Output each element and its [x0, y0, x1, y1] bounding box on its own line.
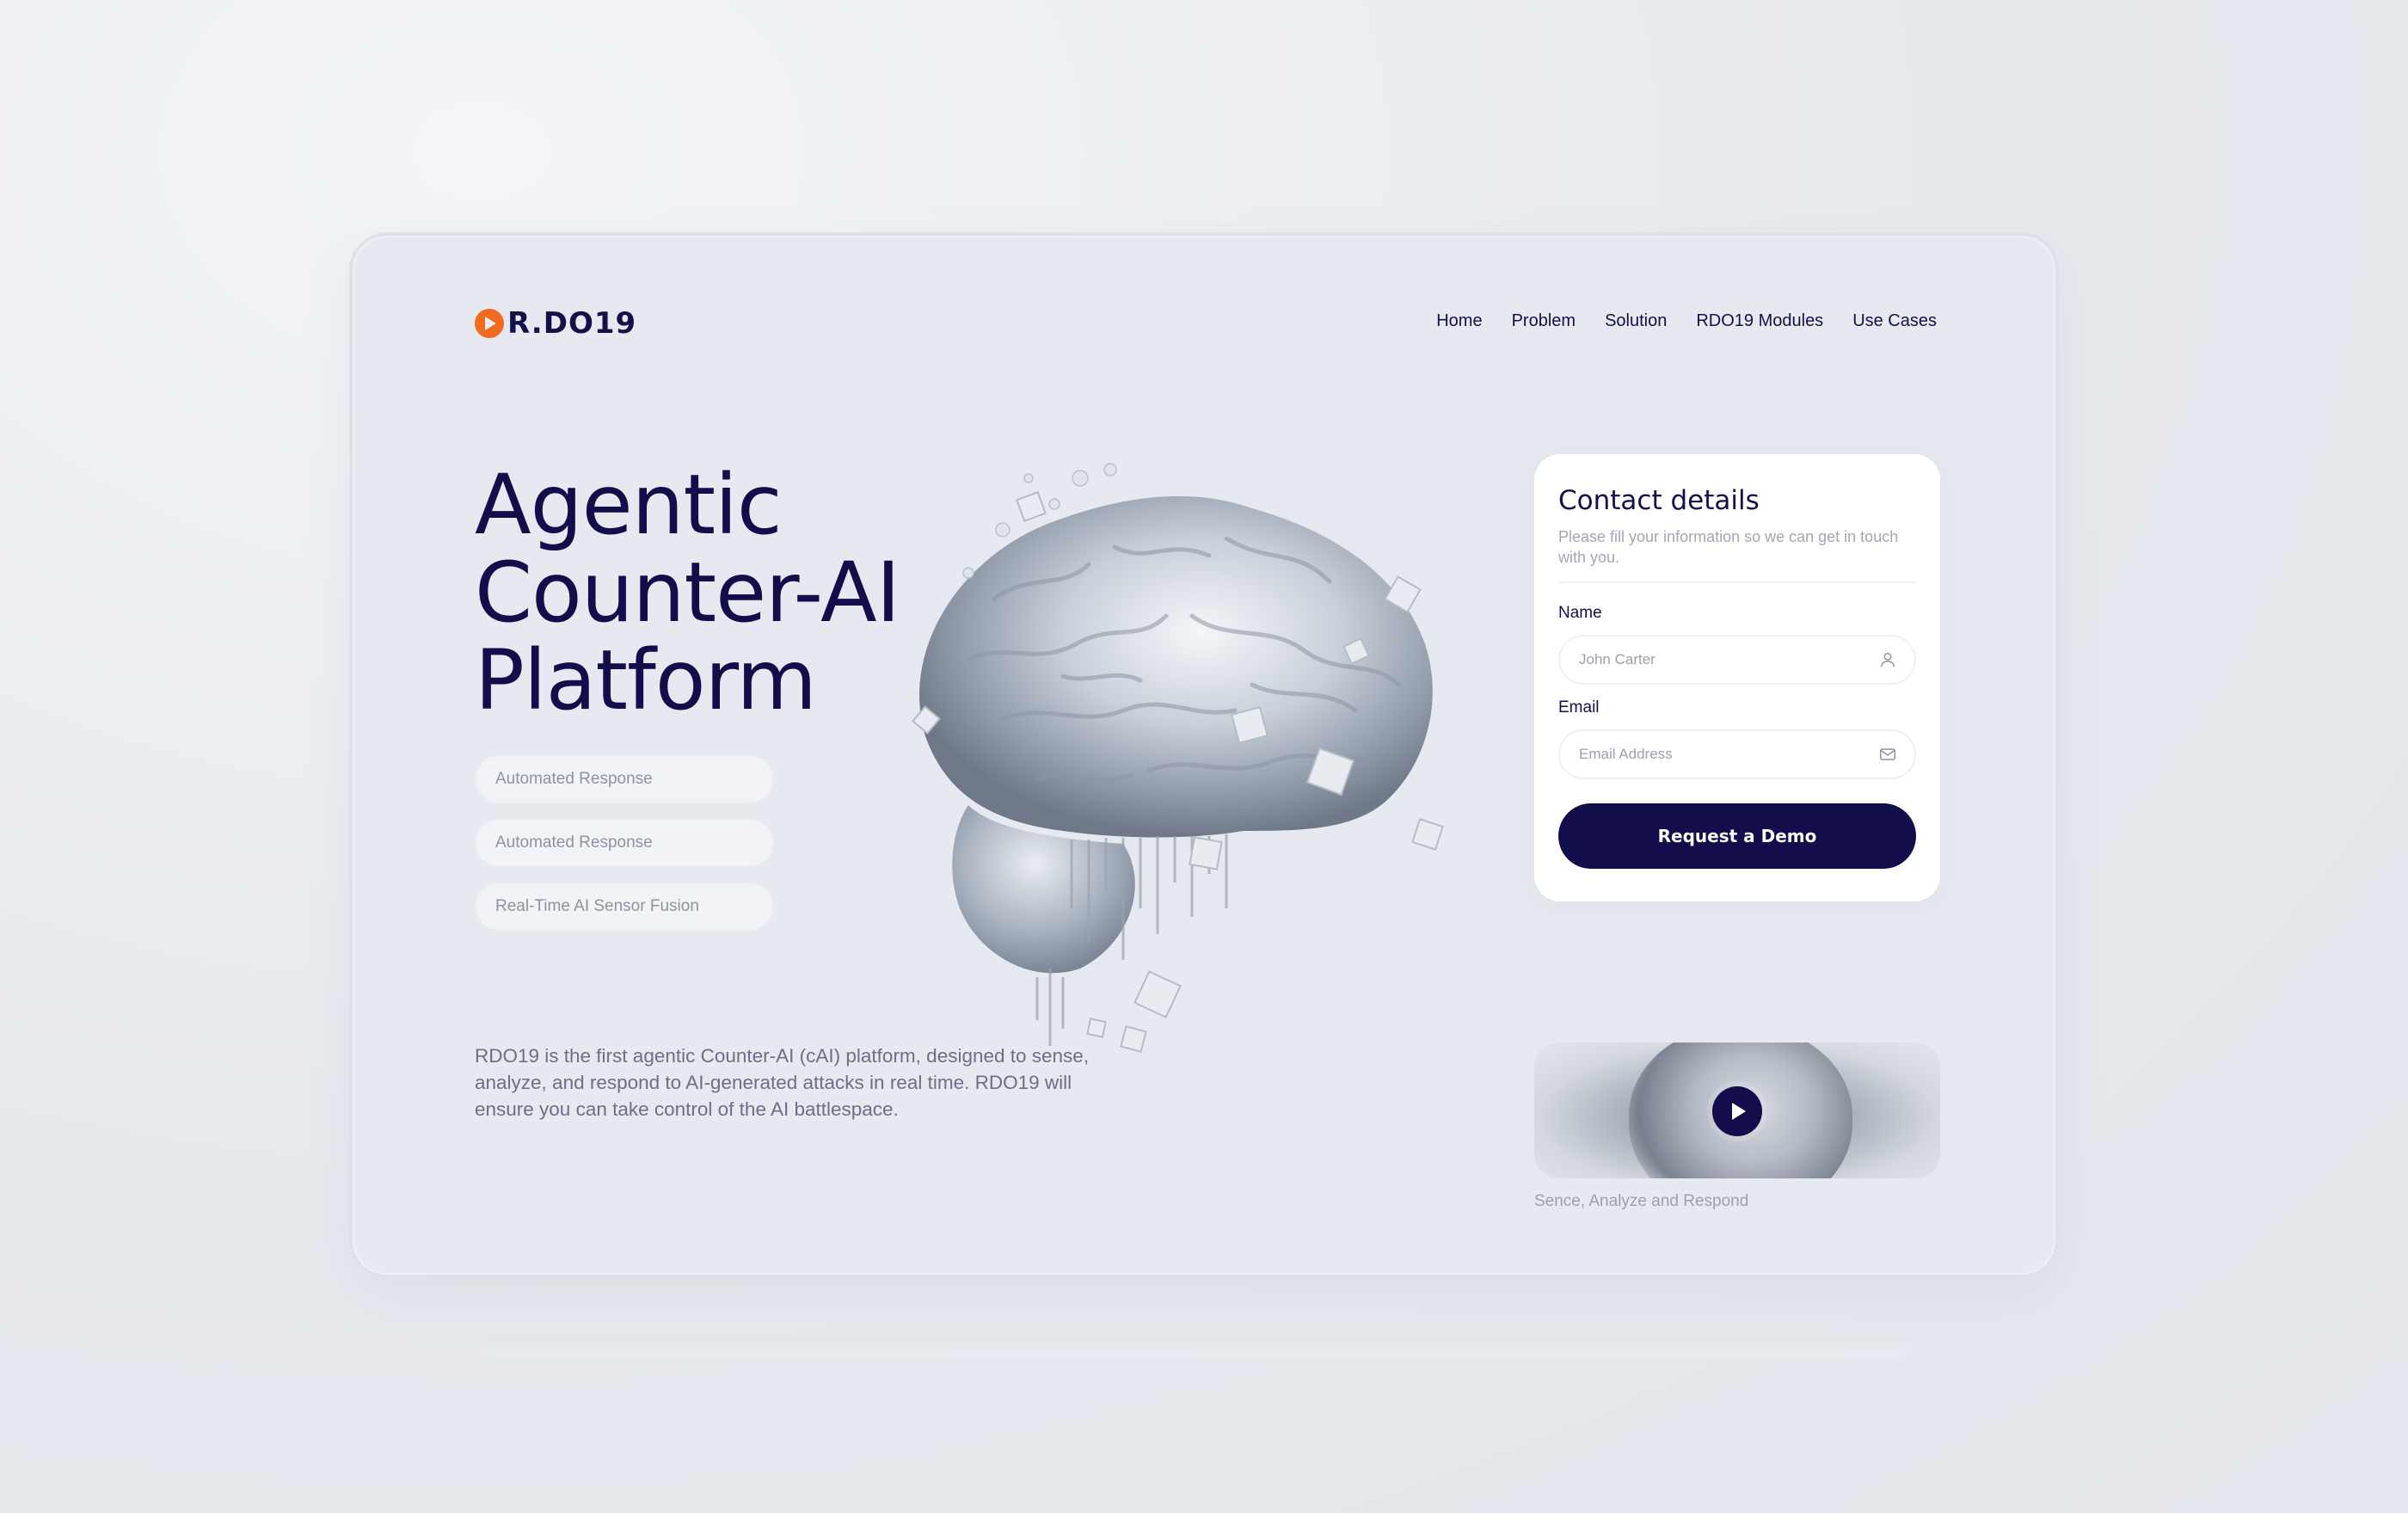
form-subtitle: Please fill your information so we can g… — [1558, 526, 1916, 583]
feature-chip[interactable]: Real-Time AI Sensor Fusion — [475, 883, 774, 931]
landing-page-frame: R.DO19 Home Problem Solution RDO19 Modul… — [349, 232, 2059, 1278]
brain-illustration — [912, 463, 1444, 1053]
nav-modules[interactable]: RDO19 Modules — [1696, 311, 1823, 331]
nav-use-cases[interactable]: Use Cases — [1852, 311, 1937, 331]
nav-problem[interactable]: Problem — [1512, 311, 1576, 331]
video-caption: Sence, Analyze and Respond — [1534, 1192, 1749, 1210]
name-field[interactable] — [1558, 635, 1916, 685]
email-label: Email — [1558, 698, 1600, 717]
brand-logo[interactable]: R.DO19 — [475, 306, 636, 341]
email-input[interactable] — [1577, 745, 1856, 764]
hero-description: RDO19 is the first agentic Counter-AI (c… — [475, 1045, 1090, 1120]
email-field[interactable] — [1558, 729, 1916, 779]
feature-chip[interactable]: Automated Response — [475, 819, 774, 867]
play-icon[interactable] — [1712, 1086, 1762, 1136]
mail-icon — [1878, 745, 1897, 764]
main-nav: Home Problem Solution RDO19 Modules Use … — [1436, 311, 1937, 331]
nav-home[interactable]: Home — [1436, 311, 1482, 331]
feature-chip[interactable]: Automated Response — [475, 755, 774, 803]
form-title: Contact details — [1558, 485, 1760, 516]
frame-reflection — [482, 1335, 1909, 1357]
feature-chips: Automated Response Automated Response Re… — [475, 755, 774, 931]
user-icon — [1878, 650, 1897, 669]
nav-solution[interactable]: Solution — [1605, 311, 1667, 331]
contact-form-card: Contact details Please fill your informa… — [1534, 454, 1940, 901]
brand-name: R.DO19 — [507, 306, 637, 341]
logo-mark-icon — [475, 309, 504, 338]
video-thumbnail[interactable] — [1534, 1042, 1940, 1178]
request-demo-button[interactable]: Request a Demo — [1558, 803, 1916, 869]
name-label: Name — [1558, 604, 1602, 622]
name-input[interactable] — [1577, 650, 1856, 669]
